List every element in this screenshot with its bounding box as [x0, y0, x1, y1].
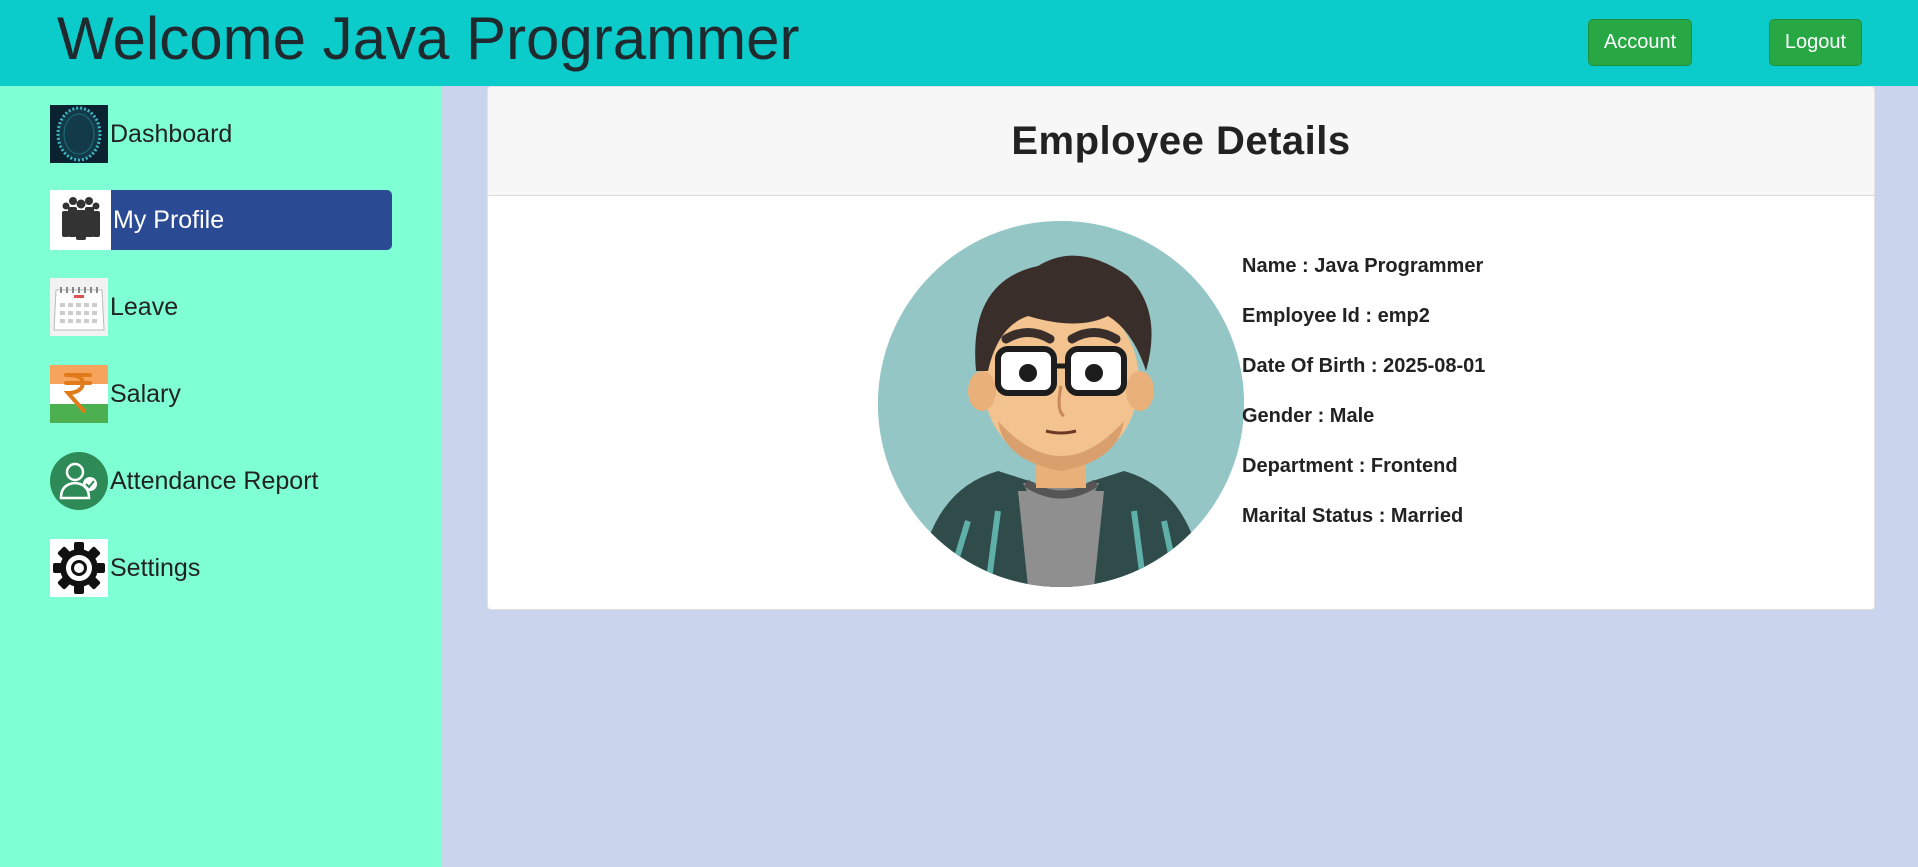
dashboard-icon [50, 105, 108, 163]
welcome-title: Welcome Java Programmer [57, 5, 800, 72]
sidebar-item-leave[interactable]: Leave [50, 277, 178, 337]
gear-icon [50, 539, 108, 597]
sidebar-item-label: Dashboard [110, 119, 233, 148]
sidebar-item-settings[interactable]: Settings [50, 538, 200, 598]
detail-date-of-birth: Date Of Birth : 2025-08-01 [1242, 355, 1486, 377]
detail-employee-id: Employee Id : emp2 [1242, 305, 1430, 327]
detail-gender: Gender : Male [1242, 405, 1375, 427]
rupee-icon [50, 365, 108, 423]
employee-details-card: Employee Details Name: Java Programmer … [487, 86, 1875, 610]
sidebar-item-label: Attendance Report [110, 466, 319, 495]
logout-button[interactable]: Logout [1769, 19, 1862, 66]
card-title: Employee Details [1011, 118, 1351, 163]
detail-name: Name : Java Programmer [1242, 255, 1484, 277]
attendance-user-icon [50, 452, 108, 510]
sidebar-item-dashboard[interactable]: Dashboard [50, 104, 232, 164]
sidebar-item-salary[interactable]: Salary [50, 364, 181, 424]
detail-marital-status: Marital Status : Married [1242, 505, 1464, 527]
team-icon [50, 190, 111, 250]
avatar [878, 221, 1244, 587]
sidebar-item-attendance-report[interactable]: Attendance Report [50, 451, 318, 511]
employee-details-list: Name : Java Programmer Employee Id : emp… [1242, 255, 1485, 555]
top-header: Welcome Java Programmer Account Logout [0, 0, 1918, 86]
card-header: Employee Details [488, 87, 1874, 196]
sidebar-item-label: Leave [110, 292, 179, 321]
calendar-icon [50, 278, 108, 336]
sidebar: Dashboard My Profile Leave Salary Attend… [0, 86, 442, 867]
sidebar-item-label: Settings [110, 553, 201, 582]
detail-department: Department : Frontend [1242, 455, 1458, 477]
sidebar-item-my-profile[interactable]: My Profile [50, 190, 392, 250]
sidebar-item-label: Salary [110, 379, 181, 408]
account-button[interactable]: Account [1588, 19, 1692, 66]
sidebar-item-label: My Profile [113, 205, 225, 234]
